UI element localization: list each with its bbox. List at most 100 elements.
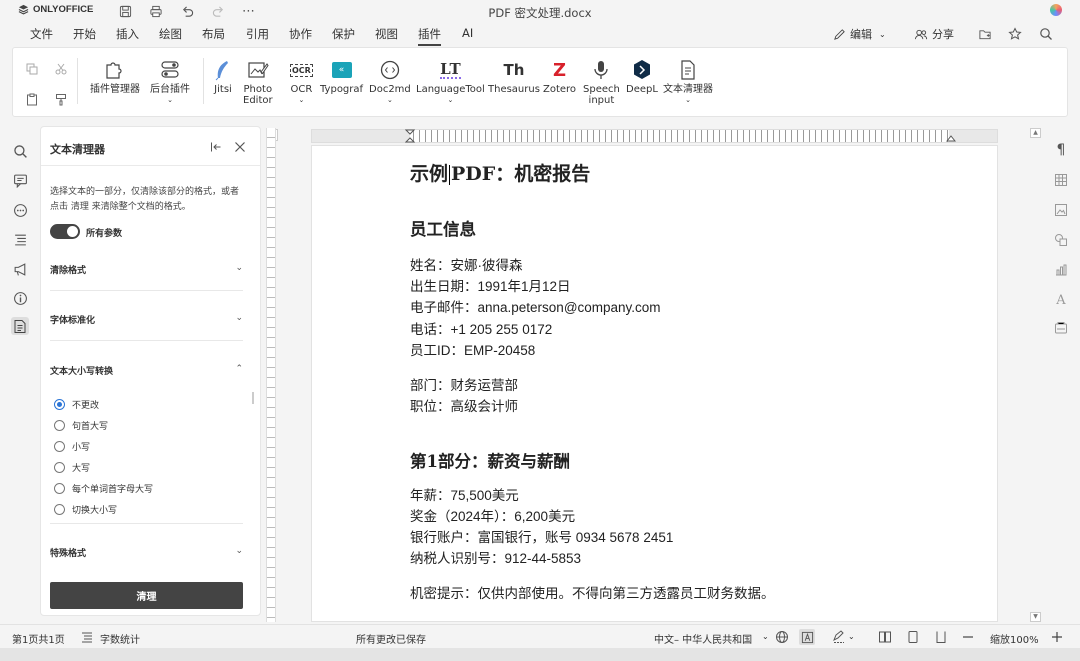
jitsi-button[interactable]: Jitsi	[213, 58, 233, 95]
languagetool-button[interactable]: LT LanguageTool ⌄	[416, 58, 485, 106]
radio[interactable]	[54, 462, 65, 473]
word-count-button[interactable]: 字数统计	[100, 631, 140, 646]
case-option-capitalize[interactable]: 每个单词首字母大写	[54, 482, 153, 495]
language-selector[interactable]: 中文– 中华人民共和国	[654, 631, 752, 646]
document-page[interactable]: 示例 PDF：机密报告 员工信息 姓名：安娜·彼得森 出生日期：1991年1月12…	[311, 145, 998, 622]
doc-line-email[interactable]: 电子邮件：anna.peterson@company.com	[410, 296, 661, 316]
table-settings-icon[interactable]	[1053, 172, 1069, 188]
radio[interactable]	[54, 441, 65, 452]
paragraph-settings-icon[interactable]: ¶	[1053, 142, 1069, 158]
search-icon[interactable]	[1038, 26, 1054, 42]
announcement-icon[interactable]	[11, 260, 29, 278]
zoom-level[interactable]: 缩放100%	[990, 631, 1039, 646]
scroll-down-icon[interactable]: ▼	[1030, 612, 1041, 622]
case-option-no-change[interactable]: 不更改	[54, 398, 99, 411]
menu-draw[interactable]: 绘图	[159, 26, 182, 44]
radio[interactable]	[54, 504, 65, 515]
radio[interactable]	[54, 420, 65, 431]
share-button[interactable]: 分享	[914, 26, 954, 42]
menu-protection[interactable]: 保护	[332, 26, 355, 44]
chart-settings-icon[interactable]	[1053, 262, 1069, 278]
menu-references[interactable]: 引用	[246, 26, 269, 44]
menu-insert[interactable]: 插入	[116, 26, 139, 44]
open-location-icon[interactable]	[977, 26, 993, 42]
document-scrollbar[interactable]: ▲ ▼	[1030, 128, 1042, 622]
photo-editor-button[interactable]: Photo Editor	[243, 58, 273, 106]
cut-icon[interactable]	[53, 61, 69, 77]
collapse-panel-icon[interactable]	[210, 141, 222, 156]
thesaurus-button[interactable]: Th Thesaurus	[488, 58, 540, 95]
text-art-settings-icon[interactable]: A	[1053, 292, 1069, 308]
radio[interactable]	[54, 483, 65, 494]
zoom-out-icon[interactable]	[960, 629, 976, 645]
signature-settings-icon[interactable]	[1053, 320, 1069, 336]
background-plugin-button[interactable]: 后台插件 ⌄	[150, 58, 190, 106]
ocr-button[interactable]: OCR OCR ⌄	[290, 58, 313, 106]
navigation-icon[interactable]	[11, 230, 29, 248]
copy-icon[interactable]	[24, 61, 40, 77]
doc-line-dept[interactable]: 部门：财务运营部	[410, 374, 518, 394]
doc-line-bonus[interactable]: 奖金（2024年）：6,200美元	[410, 505, 575, 525]
avatar[interactable]	[1050, 4, 1062, 16]
radio-selected[interactable]	[54, 399, 65, 410]
menu-home[interactable]: 开始	[73, 26, 96, 44]
edit-mode-button[interactable]: 编辑 ⌄	[833, 26, 886, 42]
menu-ai[interactable]: AI	[462, 26, 473, 42]
spellcheck-icon[interactable]	[799, 629, 815, 645]
fit-width-icon[interactable]	[933, 629, 949, 645]
section-font-normalize[interactable]: 字体标准化 ⌄	[50, 313, 243, 326]
doc-line-notice[interactable]: 机密提示：仅供内部使用。不得向第三方透露员工财务数据。	[410, 582, 775, 602]
text-cleaner-button[interactable]: 文本清理器 ⌄	[663, 58, 713, 106]
case-option-upper[interactable]: 大写	[54, 461, 90, 474]
doc-line-phone[interactable]: 电话：+1 205 255 0172	[410, 318, 552, 338]
search-icon[interactable]	[11, 142, 29, 160]
info-icon[interactable]	[11, 289, 29, 307]
text-cleaner-panel-icon[interactable]	[11, 317, 29, 335]
zotero-button[interactable]: Z Zotero	[543, 58, 576, 95]
heading-section-1[interactable]: 第1部分：薪资与薪酬	[410, 448, 570, 472]
panel-resize-handle[interactable]	[252, 392, 254, 404]
zoom-in-icon[interactable]	[1049, 629, 1065, 645]
heading-employee-info[interactable]: 员工信息	[410, 216, 476, 240]
menu-file[interactable]: 文件	[30, 26, 53, 44]
clean-button[interactable]: 清理	[50, 582, 243, 609]
all-params-toggle[interactable]	[50, 224, 80, 239]
menu-plugins[interactable]: 插件	[418, 26, 441, 46]
menu-layout[interactable]: 布局	[202, 26, 225, 44]
case-option-sentence[interactable]: 句首大写	[54, 419, 108, 432]
word-count-icon[interactable]	[79, 629, 95, 645]
right-indent-marker-icon[interactable]	[945, 132, 957, 145]
plugin-manager-button[interactable]: 插件管理器	[90, 58, 140, 95]
doc-line-bank[interactable]: 银行账户：富国银行，账号 0934 5678 2451	[410, 526, 673, 546]
doc-line-emp-id[interactable]: 员工ID：EMP-20458	[410, 339, 535, 359]
section-special-format[interactable]: 特殊格式 ⌄	[50, 546, 243, 559]
menu-view[interactable]: 视图	[375, 26, 398, 44]
case-option-lower[interactable]: 小写	[54, 440, 90, 453]
section-case-convert[interactable]: 文本大小写转换 ⌃	[50, 364, 243, 377]
typograf-button[interactable]: « Typograf	[320, 58, 363, 95]
indent-marker-icon[interactable]	[404, 129, 416, 146]
speech-input-button[interactable]: Speech input	[583, 58, 620, 106]
image-settings-icon[interactable]	[1053, 202, 1069, 218]
doc-line-dob[interactable]: 出生日期：1991年1月12日	[410, 275, 571, 295]
shape-settings-icon[interactable]	[1053, 232, 1069, 248]
doc2md-button[interactable]: Doc2md ⌄	[369, 58, 411, 106]
document-title-heading[interactable]: 示例 PDF：机密报告	[410, 159, 590, 186]
scroll-up-icon[interactable]: ▲	[1030, 128, 1041, 138]
chat-icon[interactable]	[11, 201, 29, 219]
multi-page-view-icon[interactable]	[877, 629, 893, 645]
doc-line-position[interactable]: 职位：高级会计师	[410, 395, 518, 415]
format-painter-icon[interactable]	[53, 91, 69, 107]
section-clear-format[interactable]: 清除格式 ⌄	[50, 263, 243, 276]
comments-icon[interactable]	[11, 171, 29, 189]
doc-line-name[interactable]: 姓名：安娜·彼得森	[410, 254, 523, 274]
menu-collaboration[interactable]: 协作	[289, 26, 312, 44]
close-icon[interactable]	[234, 141, 246, 156]
favorite-star-icon[interactable]	[1007, 26, 1023, 42]
fit-page-icon[interactable]	[905, 629, 921, 645]
doc-line-salary[interactable]: 年薪：75,500美元	[410, 484, 519, 504]
paste-icon[interactable]	[24, 91, 40, 107]
deepl-button[interactable]: DeepL	[626, 58, 658, 95]
case-option-toggle[interactable]: 切换大小写	[54, 503, 117, 516]
doc-line-tax[interactable]: 纳税人识别号：912-44-5853	[410, 547, 581, 567]
